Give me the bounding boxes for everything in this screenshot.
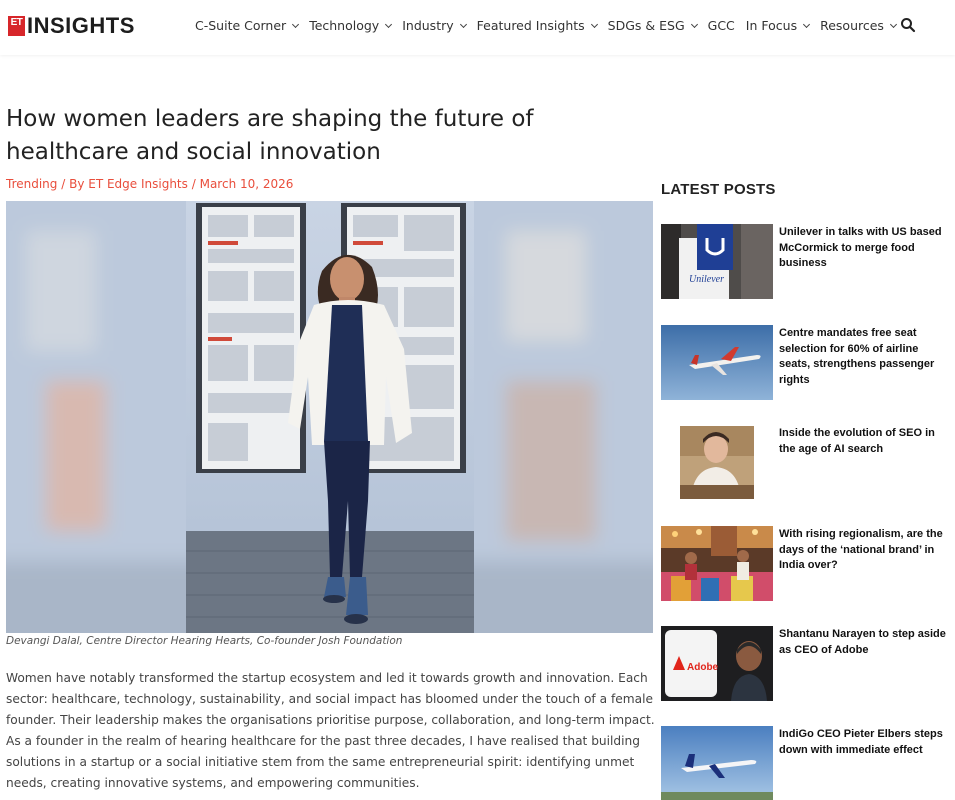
author-link[interactable]: By ET Edge Insights (69, 177, 188, 191)
main-nav: C-Suite Corner Technology Industry Featu… (195, 18, 907, 33)
nav-item-featured-insights[interactable]: Featured Insights (476, 18, 598, 33)
post-title[interactable]: Centre mandates free seat selection for … (779, 326, 951, 388)
post-thumbnail[interactable] (661, 325, 773, 400)
nav-item-in-focus[interactable]: In Focus (745, 18, 811, 33)
meta-separator: / (191, 177, 200, 191)
nav-label: SDGs & ESG (607, 18, 685, 33)
article-title: How women leaders are shaping the future… (6, 106, 534, 165)
nav-label: Featured Insights (476, 18, 585, 33)
post-thumbnail[interactable]: Unilever (661, 224, 773, 299)
nav-item-sdgs-esg[interactable]: SDGs & ESG (607, 18, 698, 33)
nav-label: Resources (820, 18, 884, 33)
chevron-down-icon (690, 20, 698, 28)
post-title[interactable]: With rising regionalism, are the days of… (779, 527, 951, 574)
post-thumbnail[interactable] (661, 726, 773, 800)
site-logo[interactable]: ET INSIGHTS (8, 14, 135, 38)
article-body: Women have notably transformed the start… (6, 671, 655, 790)
latest-post-item[interactable]: Inside the evolution of SEO in the age o… (661, 425, 951, 501)
chevron-down-icon (459, 20, 467, 28)
logo-text: INSIGHTS (27, 13, 135, 38)
chevron-down-icon (889, 20, 897, 28)
nav-item-gcc[interactable]: GCC (708, 18, 735, 33)
post-title[interactable]: Shantanu Narayen to step aside as CEO of… (779, 627, 951, 658)
publish-date: March 10, 2026 (199, 177, 294, 191)
nav-item-c-suite-corner[interactable]: C-Suite Corner (195, 18, 300, 33)
site-header: ET INSIGHTS C-Suite Corner Technology In… (0, 0, 955, 55)
post-title[interactable]: Inside the evolution of SEO in the age o… (779, 426, 951, 457)
nav-label: Industry (402, 18, 454, 33)
latest-post-item[interactable]: IndiGo CEO Pieter Elbers steps down with… (661, 726, 951, 800)
nav-label: In Focus (745, 18, 798, 33)
logo-mark: ET (8, 16, 25, 36)
chevron-down-icon (803, 20, 811, 28)
chevron-down-icon (292, 20, 300, 28)
latest-posts-heading: LATEST POSTS (661, 181, 776, 198)
nav-item-industry[interactable]: Industry (402, 18, 467, 33)
chevron-down-icon (385, 20, 393, 28)
hero-image (6, 201, 653, 633)
nav-item-resources[interactable]: Resources (820, 18, 897, 33)
image-caption: Devangi Dalal, Centre Director Hearing H… (6, 635, 403, 647)
post-title[interactable]: IndiGo CEO Pieter Elbers steps down with… (779, 727, 951, 758)
latest-post-item[interactable]: Centre mandates free seat selection for … (661, 325, 951, 401)
latest-post-item[interactable]: With rising regionalism, are the days of… (661, 526, 951, 602)
unilever-sign-text: Unilever (689, 274, 724, 285)
nav-label: Technology (309, 18, 380, 33)
latest-post-item[interactable]: Unilever Unilever in talks with US based… (661, 224, 951, 300)
latest-post-item[interactable]: Adobe Shantanu Narayen to step aside as … (661, 626, 951, 702)
search-icon[interactable] (900, 17, 916, 33)
category-link[interactable]: Trending (6, 177, 57, 191)
post-thumbnail[interactable]: Adobe (661, 626, 773, 701)
meta-separator: / (61, 177, 70, 191)
nav-label: C-Suite Corner (195, 18, 287, 33)
nav-label: GCC (707, 18, 735, 33)
article-meta: Trending / By ET Edge Insights / March 1… (6, 177, 293, 191)
post-thumbnail[interactable] (661, 425, 773, 500)
adobe-wordmark: Adobe (687, 662, 719, 673)
post-title[interactable]: Unilever in talks with US based McCormic… (779, 225, 951, 272)
hero-photo (6, 201, 653, 633)
nav-item-technology[interactable]: Technology (309, 18, 393, 33)
post-thumbnail[interactable] (661, 526, 773, 601)
chevron-down-icon (590, 20, 598, 28)
